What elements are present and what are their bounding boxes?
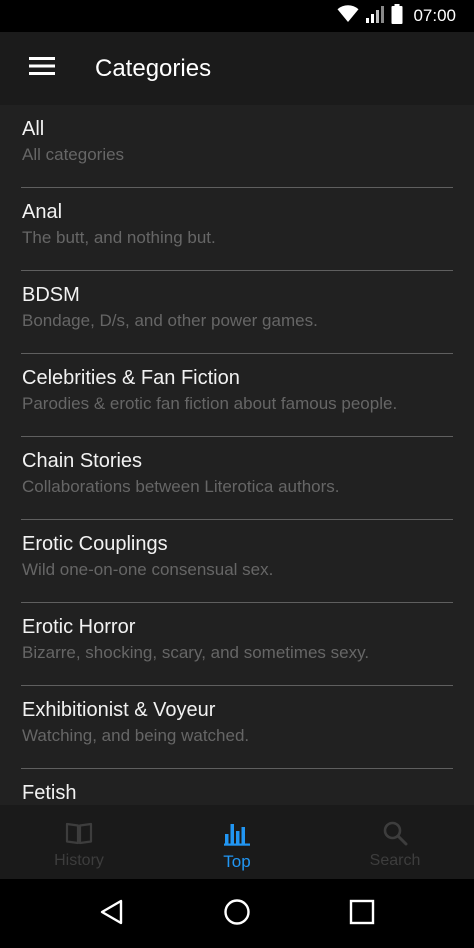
menu-button[interactable] — [22, 51, 62, 85]
category-description: Bondage, D/s, and other power games. — [22, 311, 318, 330]
status-bar: 07:00 — [0, 0, 474, 32]
category-title: Anal — [22, 201, 63, 223]
category-description: Collaborations between Literotica author… — [22, 477, 340, 496]
hamburger-menu-icon — [28, 56, 56, 81]
category-title: Erotic Horror — [22, 616, 136, 638]
category-description: Parodies & erotic fan fiction about famo… — [22, 394, 398, 413]
tab-top[interactable]: Top — [158, 805, 316, 879]
category-title: Erotic Couplings — [22, 533, 168, 555]
category-item-all[interactable]: All All categories — [0, 105, 474, 188]
back-button[interactable] — [94, 896, 130, 932]
category-title: Chain Stories — [22, 450, 143, 472]
category-description: Bizarre, shocking, scary, and sometimes … — [22, 643, 370, 662]
page-title: Categories — [95, 55, 212, 82]
category-item-bdsm[interactable]: BDSM Bondage, D/s, and other power games… — [0, 271, 474, 354]
search-icon — [381, 819, 409, 847]
home-button[interactable] — [219, 896, 255, 932]
category-item-chain-stories[interactable]: Chain Stories Collaborations between Lit… — [0, 437, 474, 520]
category-item-erotic-horror[interactable]: Erotic Horror Bizarre, shocking, scary, … — [0, 603, 474, 686]
tab-label: Search — [369, 852, 421, 869]
system-nav-bar — [0, 879, 474, 948]
status-time: 07:00 — [413, 6, 456, 25]
category-title: BDSM — [22, 284, 80, 306]
category-description: All categories — [22, 145, 125, 164]
category-title: Celebrities & Fan Fiction — [22, 367, 240, 389]
screen: 07:00 Categories All All categories Anal… — [0, 0, 474, 948]
cellular-signal-icon — [365, 5, 385, 28]
back-icon — [99, 898, 125, 931]
category-item-celebrities[interactable]: Celebrities & Fan Fiction Parodies & ero… — [0, 354, 474, 437]
category-item-exhibitionist[interactable]: Exhibitionist & Voyeur Watching, and bei… — [0, 686, 474, 769]
category-description: Wild one-on-one consensual sex. — [22, 560, 274, 579]
status-icons: 07:00 — [337, 0, 456, 32]
tab-label: History — [54, 852, 104, 869]
category-item-anal[interactable]: Anal The butt, and nothing but. — [0, 188, 474, 271]
battery-icon — [391, 3, 403, 29]
tab-history[interactable]: History — [0, 805, 158, 879]
category-description: Watching, and being watched. — [22, 726, 250, 745]
book-icon — [65, 819, 93, 847]
category-title: All — [22, 118, 45, 140]
tab-search[interactable]: Search — [316, 805, 474, 879]
category-item-fetish[interactable]: Fetish — [0, 769, 474, 805]
recents-icon — [349, 899, 375, 930]
category-title: Fetish — [22, 782, 77, 804]
tab-label: Top — [223, 852, 251, 871]
category-description: The butt, and nothing but. — [22, 228, 216, 247]
home-icon — [223, 898, 251, 931]
bottom-nav: History Top Search — [0, 805, 474, 879]
recents-button[interactable] — [344, 896, 380, 932]
category-list: All All categories Anal The butt, and no… — [0, 105, 474, 805]
category-title: Exhibitionist & Voyeur — [22, 699, 216, 721]
category-item-erotic-couplings[interactable]: Erotic Couplings Wild one-on-one consens… — [0, 520, 474, 603]
bar-chart-icon — [223, 819, 251, 847]
app-bar: Categories — [0, 32, 474, 105]
wifi-icon — [337, 4, 359, 28]
